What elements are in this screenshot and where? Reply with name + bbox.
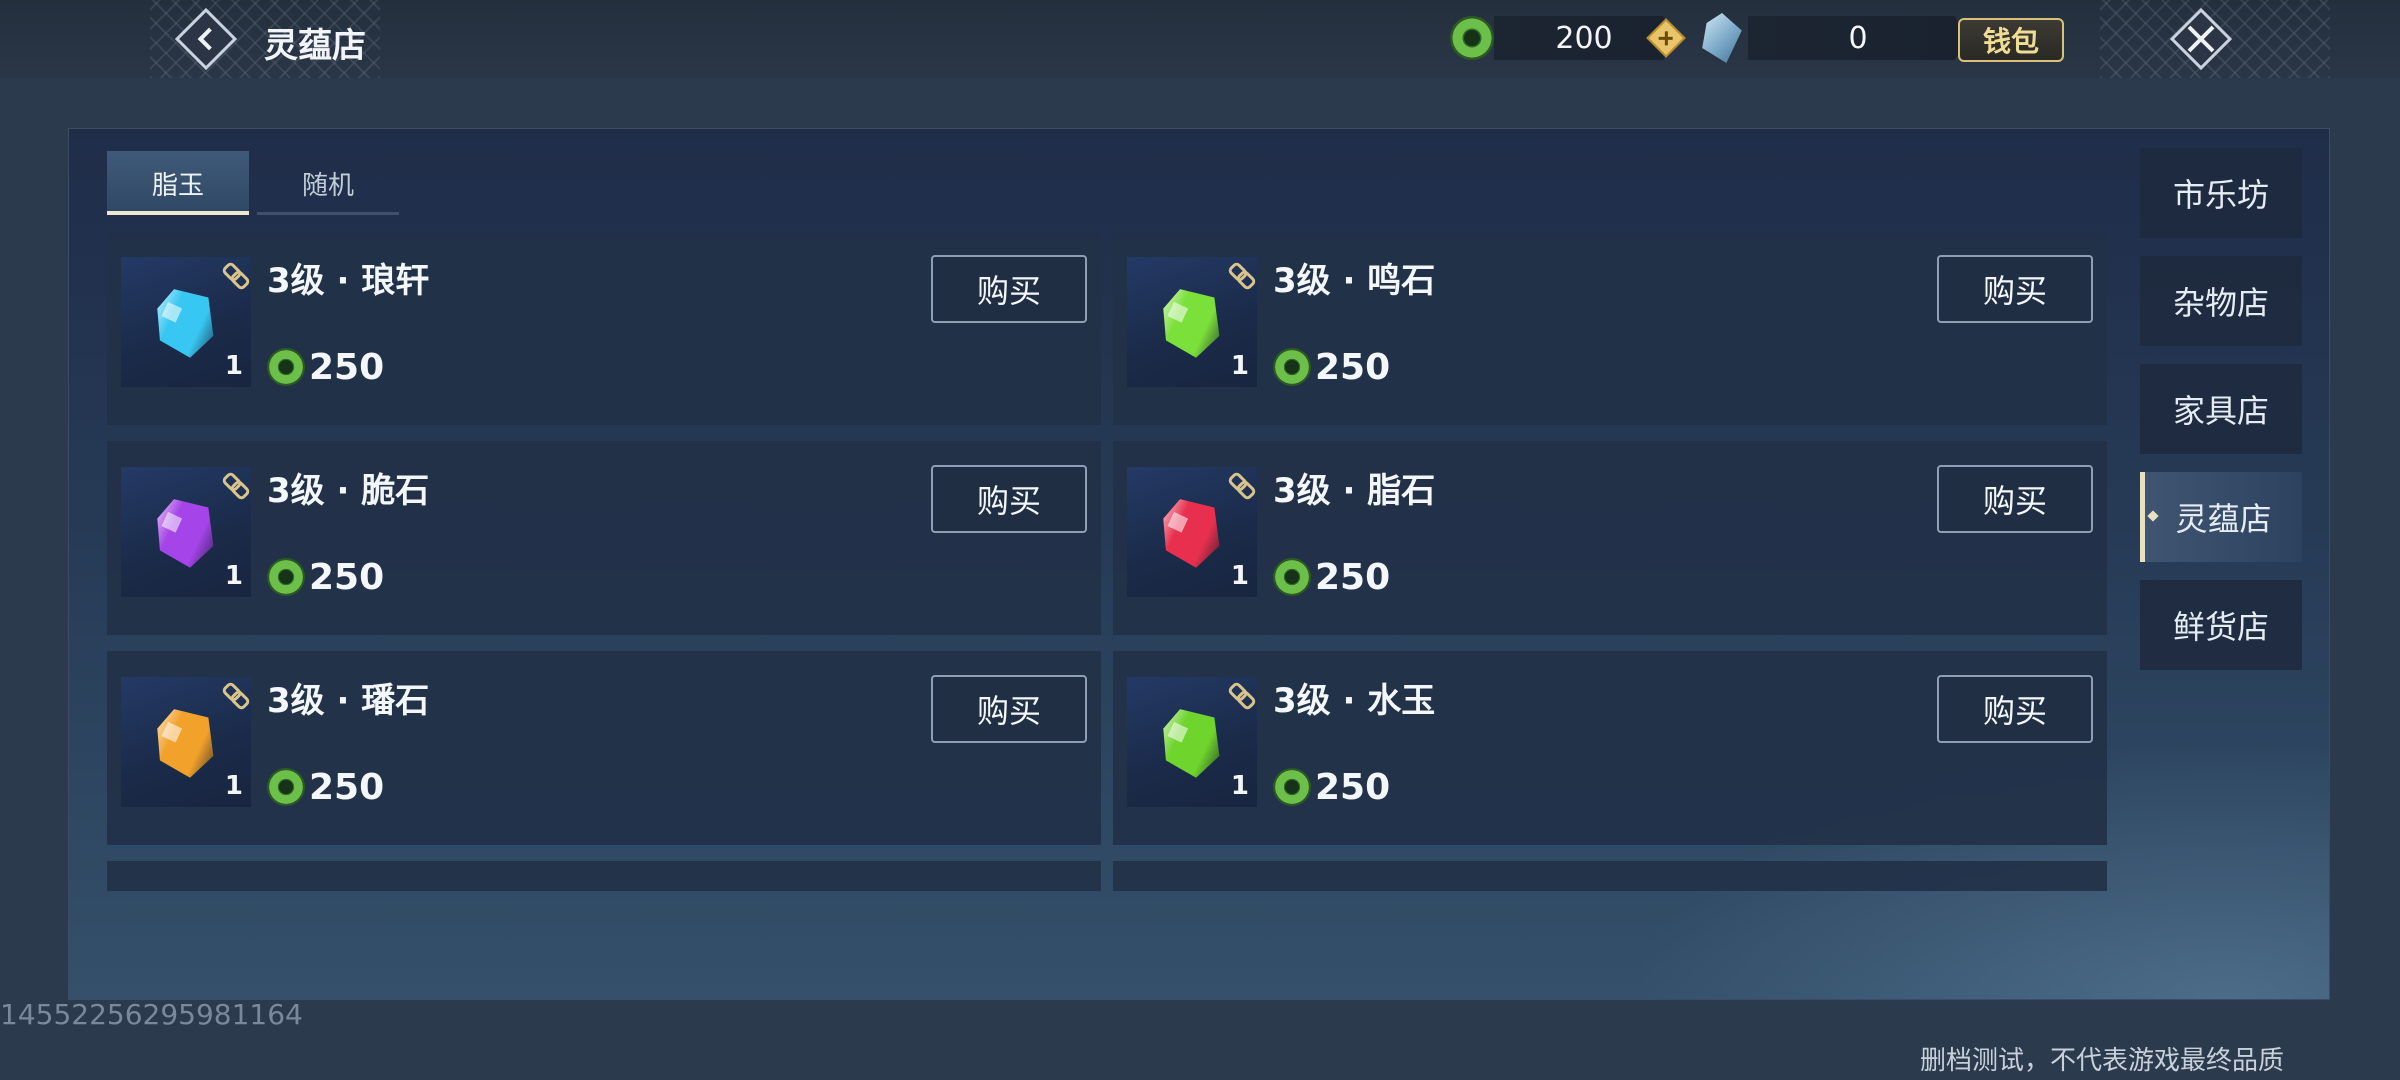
green-coin-icon xyxy=(267,558,305,596)
green-coin-icon xyxy=(267,348,305,386)
shop-nav-general-store[interactable]: 杂物店 xyxy=(2140,256,2302,346)
currency-crystal: 0 xyxy=(1700,13,1968,63)
green-coin-icon xyxy=(1273,768,1311,806)
price-value: 250 xyxy=(1315,766,1391,808)
shop-nav: 市乐坊 杂物店 家具店 灵蕴店 鲜货店 xyxy=(2140,148,2302,670)
price-value: 250 xyxy=(309,766,385,808)
blue-crystal-icon xyxy=(1702,13,1742,63)
bound-link-icon xyxy=(221,471,247,497)
bound-link-icon xyxy=(1227,261,1253,287)
back-button[interactable] xyxy=(174,7,238,71)
gem-icon xyxy=(141,277,231,367)
item-name: 3级 · 脆石 xyxy=(267,471,430,511)
item-card: 1 3级 · 脂石 250 购买 xyxy=(1113,441,2107,635)
tab-jade[interactable]: 脂玉 xyxy=(107,151,249,215)
test-disclaimer: 删档测试，不代表游戏最终品质 xyxy=(1919,1046,2284,1076)
price-value: 250 xyxy=(1315,346,1391,388)
item-icon-slot[interactable]: 1 xyxy=(121,467,251,597)
green-coin-icon xyxy=(1273,558,1311,596)
item-name: 3级 · 脂石 xyxy=(1273,471,1436,511)
shop-nav-furniture-store[interactable]: 家具店 xyxy=(2140,364,2302,454)
bound-link-icon xyxy=(1227,681,1253,707)
item-grid[interactable]: 1 3级 · 琅轩 250 购买 1 3级 · 鸣石 250 购买 1 3级 ·… xyxy=(107,231,2107,891)
bound-link-icon xyxy=(221,261,247,287)
user-id-watermark: 14552256295981164 xyxy=(0,998,303,1031)
crystal-amount: 0 xyxy=(1748,16,1968,60)
item-card: 1 3级 · 璠石 250 购买 xyxy=(107,651,1101,845)
green-coin-icon xyxy=(267,768,305,806)
item-price: 250 xyxy=(267,345,384,389)
price-value: 250 xyxy=(309,556,385,598)
buy-button[interactable]: 购买 xyxy=(931,465,1087,533)
item-quantity: 1 xyxy=(224,561,243,591)
gem-icon xyxy=(141,487,231,577)
bound-link-icon xyxy=(221,681,247,707)
category-tabs: 脂玉 随机 xyxy=(107,151,399,215)
item-name: 3级 · 鸣石 xyxy=(1273,261,1436,301)
gem-icon xyxy=(1147,487,1237,577)
item-price: 250 xyxy=(1273,345,1390,389)
item-name: 3级 · 琅轩 xyxy=(267,261,430,301)
green-coin-icon xyxy=(1450,16,1494,60)
wallet-button[interactable]: 钱包 xyxy=(1958,18,2064,62)
buy-button[interactable]: 购买 xyxy=(1937,255,2093,323)
item-name: 3级 · 璠石 xyxy=(267,681,430,721)
shop-panel: 脂玉 随机 1 3级 · 琅轩 250 购买 1 3级 · 鸣石 250 购买 … xyxy=(68,128,2330,1000)
item-card-partial xyxy=(1113,861,2107,891)
item-quantity: 1 xyxy=(224,351,243,381)
close-button[interactable] xyxy=(2169,7,2233,71)
buy-button[interactable]: 购买 xyxy=(1937,465,2093,533)
close-icon xyxy=(2186,24,2216,54)
shop-nav-spirit-store[interactable]: 灵蕴店 xyxy=(2140,472,2302,562)
item-quantity: 1 xyxy=(1230,771,1249,801)
item-icon-slot[interactable]: 1 xyxy=(1127,677,1257,807)
item-icon-slot[interactable]: 1 xyxy=(121,677,251,807)
item-price: 250 xyxy=(267,555,384,599)
price-value: 250 xyxy=(1315,556,1391,598)
page-title: 灵蕴店 xyxy=(264,26,366,66)
buy-button[interactable]: 购买 xyxy=(1937,675,2093,743)
gem-icon xyxy=(1147,697,1237,787)
currency-coin: 200 xyxy=(1450,16,1674,60)
top-bar: 灵蕴店 200 0 钱包 xyxy=(0,0,2400,78)
price-value: 250 xyxy=(309,346,385,388)
shop-nav-fresh-goods-store[interactable]: 鲜货店 xyxy=(2140,580,2302,670)
item-price: 250 xyxy=(1273,555,1390,599)
buy-button[interactable]: 购买 xyxy=(931,675,1087,743)
item-card: 1 3级 · 琅轩 250 购买 xyxy=(107,231,1101,425)
item-quantity: 1 xyxy=(224,771,243,801)
buy-button[interactable]: 购买 xyxy=(931,255,1087,323)
gem-icon xyxy=(141,697,231,787)
item-price: 250 xyxy=(267,765,384,809)
shop-nav-market[interactable]: 市乐坊 xyxy=(2140,148,2302,238)
item-card: 1 3级 · 水玉 250 购买 xyxy=(1113,651,2107,845)
item-name: 3级 · 水玉 xyxy=(1273,681,1436,721)
tab-random[interactable]: 随机 xyxy=(257,151,399,215)
item-card: 1 3级 · 脆石 250 购买 xyxy=(107,441,1101,635)
green-coin-icon xyxy=(1273,348,1311,386)
item-price: 250 xyxy=(1273,765,1390,809)
gem-icon xyxy=(1147,277,1237,367)
item-quantity: 1 xyxy=(1230,561,1249,591)
bound-link-icon xyxy=(1227,471,1253,497)
item-card-partial xyxy=(107,861,1101,891)
item-quantity: 1 xyxy=(1230,351,1249,381)
item-icon-slot[interactable]: 1 xyxy=(1127,257,1257,387)
item-icon-slot[interactable]: 1 xyxy=(1127,467,1257,597)
item-icon-slot[interactable]: 1 xyxy=(121,257,251,387)
item-card: 1 3级 · 鸣石 250 购买 xyxy=(1113,231,2107,425)
